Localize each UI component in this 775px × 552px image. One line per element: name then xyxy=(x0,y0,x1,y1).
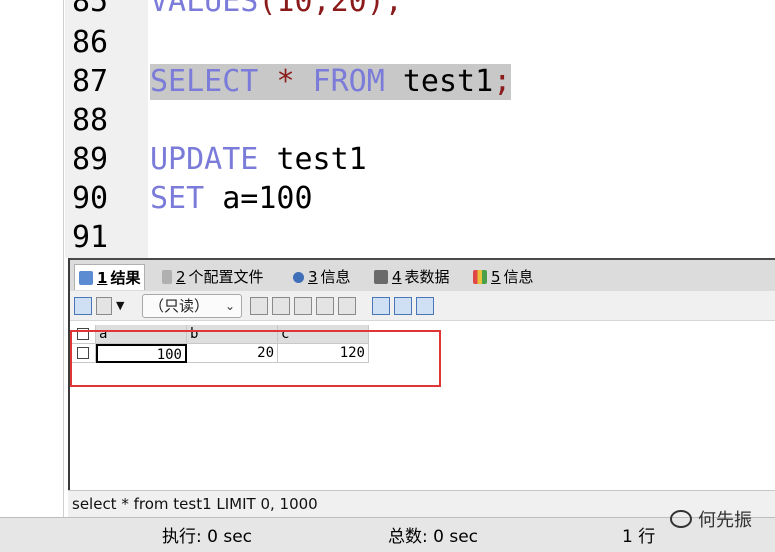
watermark-text: 何先振 xyxy=(698,510,752,531)
exec-time: 执行: 0 sec xyxy=(162,527,253,547)
tab-label: 个配置文件 xyxy=(188,268,264,286)
tab-key: 1 xyxy=(97,268,108,287)
results-toolbar: ▼ （只读） ⌄ xyxy=(70,291,775,321)
sql-table-name: test1 xyxy=(402,64,494,99)
add-row-icon[interactable] xyxy=(250,297,268,315)
sql-table-name: test1 xyxy=(276,142,367,177)
bottom-status-bar: 执行: 0 sec 总数: 0 sec 1 行 xyxy=(0,517,775,552)
line-number: 86 xyxy=(72,25,109,60)
results-panel: 1 结果 2 个配置文件 3 信息 4 表数据 5 信息 ▼ （只读） ⌄ a … xyxy=(68,258,775,517)
copy-icon[interactable] xyxy=(96,297,112,315)
line-number: 91 xyxy=(72,220,109,255)
tab-key: 2 xyxy=(176,268,186,286)
tab-table-data[interactable]: 4 表数据 xyxy=(374,264,450,290)
sql-keyword: SELECT xyxy=(150,64,259,99)
code-line-87[interactable]: SELECT * FROM test1; xyxy=(150,62,512,101)
profile-icon xyxy=(162,270,172,284)
grid-icon xyxy=(79,270,93,285)
tab-key: 5 xyxy=(491,268,501,286)
sql-star: * xyxy=(276,64,295,99)
grid-view-icon[interactable] xyxy=(372,297,390,315)
sql-editor[interactable]: 85 86 87 88 89 90 91 VALUES(10,20); SELE… xyxy=(65,0,775,258)
info-icon xyxy=(293,271,304,283)
tab-results[interactable]: 1 结果 xyxy=(74,264,146,290)
export-icon[interactable] xyxy=(74,297,92,315)
left-panel xyxy=(0,0,64,517)
line-number: 89 xyxy=(72,142,109,177)
text-view-icon[interactable] xyxy=(416,297,434,315)
code-line-85[interactable]: VALUES(10,20); xyxy=(150,0,403,21)
mode-select[interactable]: （只读） ⌄ xyxy=(142,294,242,318)
wechat-icon xyxy=(670,510,692,528)
line-number: 87 xyxy=(72,64,109,99)
line-number-gutter: 85 86 87 88 89 90 91 xyxy=(65,0,148,258)
tab-info[interactable]: 5 信息 xyxy=(473,264,534,290)
tab-profiles[interactable]: 2 个配置文件 xyxy=(162,264,264,290)
tab-label: 信息 xyxy=(503,268,534,286)
table-icon xyxy=(374,270,388,284)
row-count: 1 行 xyxy=(622,527,656,547)
delete-icon[interactable] xyxy=(316,297,334,315)
annotation-highlight-box xyxy=(70,330,441,387)
selected-statement: SELECT * FROM test1; xyxy=(150,64,512,100)
watermark: 何先振 xyxy=(670,504,752,534)
info-blocks-icon xyxy=(473,270,487,284)
tab-messages[interactable]: 3 信息 xyxy=(293,264,351,290)
tab-key: 3 xyxy=(308,268,318,286)
query-status-bar: select * from test1 LIMIT 0, 1000 xyxy=(68,490,775,517)
line-number: 85 xyxy=(72,0,109,19)
line-number: 90 xyxy=(72,181,109,216)
line-number: 88 xyxy=(72,103,109,138)
tab-key: 4 xyxy=(392,268,402,286)
results-tabbar: 1 结果 2 个配置文件 3 信息 4 表数据 5 信息 xyxy=(70,258,775,291)
code-line-90[interactable]: SET a=100 xyxy=(150,179,313,218)
duplicate-row-icon[interactable] xyxy=(272,297,290,315)
sql-keyword: SET xyxy=(150,181,205,216)
sql-assignment: a=100 xyxy=(222,181,313,216)
cancel-icon[interactable] xyxy=(338,297,356,315)
sql-keyword: UPDATE xyxy=(150,142,259,177)
sql-semicolon: ; xyxy=(493,64,512,99)
code-line-89[interactable]: UPDATE test1 xyxy=(150,140,367,179)
form-view-icon[interactable] xyxy=(394,297,412,315)
tab-label: 信息 xyxy=(320,268,351,286)
sql-values: (10,20); xyxy=(258,0,403,19)
sql-keyword: FROM xyxy=(312,64,385,99)
tab-label: 表数据 xyxy=(404,268,450,286)
mode-select-value: （只读） xyxy=(149,297,210,315)
chevron-down-icon: ⌄ xyxy=(224,299,235,313)
total-time: 总数: 0 sec xyxy=(388,527,479,547)
save-icon[interactable] xyxy=(294,297,312,315)
chevron-down-icon[interactable]: ▼ xyxy=(116,299,124,312)
sql-keyword: VALUES xyxy=(150,0,259,19)
tab-label: 结果 xyxy=(110,268,141,287)
